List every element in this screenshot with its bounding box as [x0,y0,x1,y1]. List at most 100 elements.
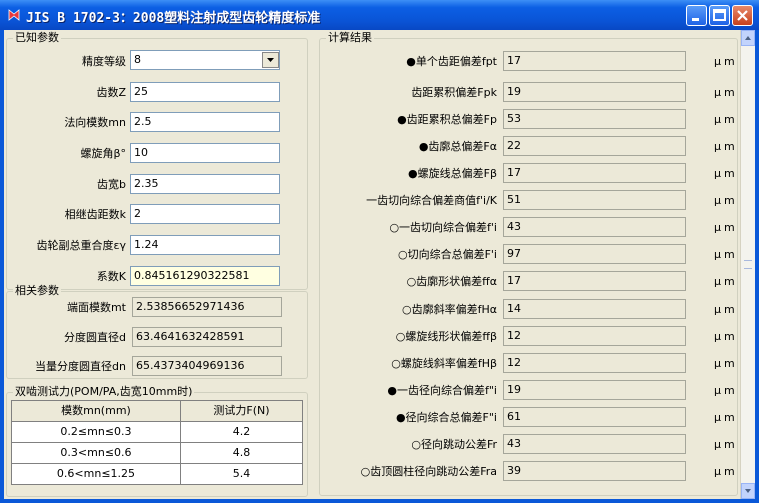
test-force-table: 模数mn(mm) 测试力F(N) 0.2≤mn≤0.3 4.2 0.3<mn≤0… [11,400,304,485]
close-icon [737,10,748,21]
module-column-header: 模数mn(mm) [11,400,181,422]
result-unit: μm [714,221,738,234]
pitch-span-label: 相继齿距数k [64,208,126,221]
contact-ratio-label: 齿轮副总重合度εγ [36,239,126,252]
result-label: ○切向综合总偏差F'i [397,248,497,261]
result-label: 一齿切向综合偏差商值f'i/K [366,194,497,207]
chevron-down-icon [267,58,274,62]
helix-angle-label: 螺旋角β° [80,147,126,160]
test-force-legend: 双啮测试力(POM/PA,齿宽10mm时) [13,385,195,399]
force-value-cell: 4.8 [179,442,304,464]
transverse-module-field[interactable]: 2.53856652971436 [132,297,282,317]
results-group: 计算结果 [319,31,738,496]
result-label: ●一齿径向综合偏差f"i [387,384,497,397]
result-unit: μm [714,140,738,153]
result-unit: μm [714,411,738,424]
minimize-icon [692,18,699,21]
contact-ratio-input[interactable]: 1.24 [130,235,280,255]
force-column-header: 测试力F(N) [179,400,304,422]
result-value[interactable]: 43 [503,217,686,237]
result-value[interactable]: 22 [503,136,686,156]
result-label: 齿距累积偏差Fpk [411,86,497,99]
accuracy-dropdown-button[interactable] [262,52,279,68]
helix-angle-input[interactable]: 10 [130,143,280,163]
table-row: 0.3<mn≤0.6 4.8 [11,442,304,464]
results-legend: 计算结果 [326,31,374,45]
minimize-button[interactable] [686,5,707,26]
table-header-row: 模数mn(mm) 测试力F(N) [11,400,304,422]
result-label: ○螺旋线斜率偏差fHβ [391,357,497,370]
result-value[interactable]: 17 [503,271,686,291]
result-unit: μm [714,113,738,126]
result-value[interactable]: 17 [503,163,686,183]
result-unit: μm [714,55,738,68]
force-value-cell: 5.4 [179,463,304,485]
result-value[interactable]: 14 [503,299,686,319]
result-value[interactable]: 17 [503,51,686,71]
transverse-module-label: 端面模数mt [66,301,126,314]
result-value[interactable]: 12 [503,353,686,373]
result-label: ○一齿切向综合偏差f'i [389,221,497,234]
result-value[interactable]: 19 [503,82,686,102]
module-range-cell: 0.6<mn≤1.25 [11,463,181,485]
result-unit: μm [714,86,738,99]
result-label: ○齿廓形状偏差ffα [406,275,497,288]
result-unit: μm [714,330,738,343]
result-value[interactable]: 61 [503,407,686,427]
chevron-up-icon [745,36,751,40]
accuracy-label: 精度等级 [82,55,126,68]
module-range-cell: 0.2≤mn≤0.3 [11,421,181,443]
result-value[interactable]: 97 [503,244,686,264]
maximize-icon [713,9,726,21]
face-width-input[interactable]: 2.35 [130,174,280,194]
maximize-button[interactable] [709,5,730,26]
vertical-scrollbar[interactable] [740,30,755,499]
result-value[interactable]: 39 [503,461,686,481]
app-window: JIS B 1702-3：2008塑料注射成型齿轮精度标准 已知参数 精度等级 … [0,0,759,503]
force-value-cell: 4.2 [179,421,304,443]
coef-k-label: 系数K [96,270,126,283]
table-row: 0.6<mn≤1.25 5.4 [11,463,304,485]
scroll-down-button[interactable] [741,483,755,499]
equiv-pitch-diameter-field[interactable]: 65.4373404969136 [132,356,282,376]
result-label: ●齿廓总偏差Fα [418,140,497,153]
result-label: ●径向综合总偏差F"i [395,411,497,424]
client-area: 已知参数 精度等级 8 齿数Z 25 法向模数mn 2.5 螺旋角β° 10 齿… [4,30,755,499]
window-title: JIS B 1702-3：2008塑料注射成型齿轮精度标准 [26,11,321,26]
result-unit: μm [714,303,738,316]
result-value[interactable]: 12 [503,326,686,346]
module-range-cell: 0.3<mn≤0.6 [11,442,181,464]
result-value[interactable]: 43 [503,434,686,454]
coef-k-field[interactable]: 0.845161290322581 [130,266,280,286]
result-label: ○齿顶圆柱径向跳动公差Fra [360,465,497,478]
result-label: ○螺旋线形状偏差ffβ [395,330,497,343]
related-params-legend: 相关参数 [13,284,61,298]
result-label: ○径向跳动公差Fr [411,438,497,451]
result-unit: μm [714,167,738,180]
result-label: ●单个齿距偏差fpt [406,55,497,68]
result-value[interactable]: 51 [503,190,686,210]
result-unit: μm [714,248,738,261]
result-value[interactable]: 53 [503,109,686,129]
result-unit: μm [714,275,738,288]
teeth-label: 齿数Z [96,86,126,99]
result-unit: μm [714,384,738,397]
teeth-input[interactable]: 25 [130,82,280,102]
pitch-span-input[interactable]: 2 [130,204,280,224]
close-button[interactable] [732,5,753,26]
result-unit: μm [714,357,738,370]
result-unit: μm [714,465,738,478]
module-label: 法向模数mn [64,116,126,129]
equiv-pitch-diameter-label: 当量分度圆直径dn [35,360,126,373]
result-label: ●齿距累积总偏差Fp [397,113,497,126]
result-label: ○齿廓斜率偏差fHα [402,303,497,316]
scroll-grip-icon [744,260,752,269]
chevron-down-icon [745,489,751,493]
module-input[interactable]: 2.5 [130,112,280,132]
accuracy-select[interactable]: 8 [130,50,280,70]
result-label: ●螺旋线总偏差Fβ [408,167,497,180]
result-value[interactable]: 19 [503,380,686,400]
scroll-up-button[interactable] [741,30,755,46]
pitch-diameter-field[interactable]: 63.4641632428591 [132,327,282,347]
title-bar[interactable]: JIS B 1702-3：2008塑料注射成型齿轮精度标准 [0,0,759,30]
